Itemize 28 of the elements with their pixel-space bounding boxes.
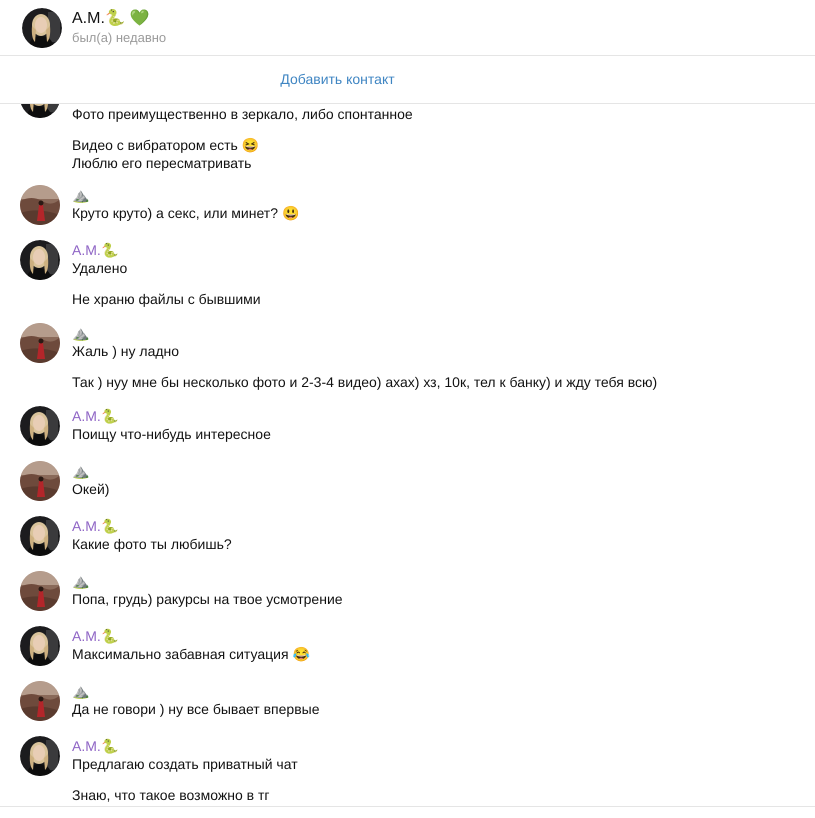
message-text: Круто круто) а секс, или минет? 😃 bbox=[72, 204, 299, 222]
message-text: Максимально забавная ситуация 😂 bbox=[72, 645, 310, 663]
message-text: Предлагаю создать приватный чат bbox=[72, 755, 298, 773]
contact-name: А.М.🐍 💚 bbox=[72, 8, 150, 28]
message-text: Окей) bbox=[72, 480, 110, 498]
message-text: Видео с вибратором есть 😆 Люблю его пересматривать bbox=[72, 136, 260, 172]
sender-name: А.М.🐍 bbox=[72, 517, 119, 535]
message-text: Не храню файлы с бывшими bbox=[72, 290, 261, 308]
message-text: Да не говори ) ну все бывает впервые bbox=[72, 700, 320, 718]
message-text: Знаю, что такое возможно в тг bbox=[72, 786, 270, 804]
message-text: Так ) нуу мне бы несколько фото и 2-3-4 видео) ахах) хз, 10к, тел к банку) и жду тебя всю) bbox=[72, 373, 658, 391]
sender-name: А.М.🐍 bbox=[72, 407, 119, 425]
sender-name: ⛰ bbox=[72, 462, 90, 480]
message-text: Какие фото ты любишь? bbox=[72, 535, 232, 553]
sender-name: А.М.🐍 bbox=[72, 241, 119, 259]
sender-name: ⛰ bbox=[72, 572, 90, 590]
sender-name: А.М.🐍 bbox=[72, 627, 119, 645]
add-contact-button[interactable]: Добавить контакт bbox=[280, 69, 395, 90]
message-text: Попа, грудь) ракурсы на твое усмотрение bbox=[72, 590, 343, 608]
last-seen-status: был(а) недавно bbox=[72, 28, 166, 46]
message-text: Удалено bbox=[72, 259, 128, 277]
message-text: Поищу что-нибудь интересное bbox=[72, 425, 271, 443]
sender-name: ⛰ bbox=[72, 186, 90, 204]
sender-name: А.М.🐍 bbox=[72, 737, 119, 755]
message-text: Фото преимущественно в зеркало, либо спонтанное bbox=[72, 105, 413, 123]
sender-name: ⛰ bbox=[72, 324, 90, 342]
sender-name: ⛰ bbox=[72, 682, 90, 700]
message-text: Жаль ) ну ладно bbox=[72, 342, 180, 360]
